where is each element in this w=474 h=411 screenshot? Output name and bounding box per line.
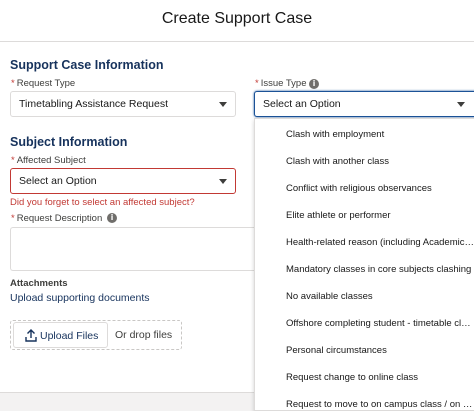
issue-type-label-text: Issue Type	[260, 78, 307, 89]
issue-type-option[interactable]: Clash with another class	[255, 148, 474, 175]
issue-type-option[interactable]: Personal circumstances	[255, 337, 474, 364]
request-description-label-text: Request Description	[16, 213, 103, 224]
request-type-label: * Request Type	[11, 78, 75, 89]
affected-subject-label-text: Affected Subject	[16, 155, 86, 166]
section-title-case-info: Support Case Information	[10, 58, 164, 72]
issue-type-option[interactable]: Elite athlete or performer	[255, 202, 474, 229]
modal-header: Create Support Case	[0, 0, 474, 42]
request-type-combobox[interactable]: Timetabling Assistance Request	[10, 91, 236, 117]
required-marker: *	[11, 155, 15, 166]
issue-type-placeholder: Select an Option	[263, 98, 341, 110]
chevron-down-icon	[457, 102, 465, 107]
issue-type-option[interactable]: Clash with employment	[255, 121, 474, 148]
modal-title: Create Support Case	[161, 10, 313, 27]
chevron-down-icon	[219, 179, 227, 184]
info-icon[interactable]: i	[309, 79, 319, 89]
required-marker: *	[11, 213, 15, 224]
request-description-textarea[interactable]	[10, 227, 254, 271]
upload-supporting-documents-link[interactable]: Upload supporting documents	[10, 292, 150, 304]
issue-type-option[interactable]: Health-related reason (including Academi…	[255, 229, 474, 256]
issue-type-listbox: Clash with employment Clash with another …	[254, 118, 474, 411]
chevron-down-icon	[219, 102, 227, 107]
issue-type-option[interactable]: Mandatory classes in core subjects clash…	[255, 256, 474, 283]
issue-type-combobox[interactable]: Select an Option	[254, 91, 474, 117]
upload-icon	[25, 329, 37, 342]
affected-subject-label: * Affected Subject	[11, 155, 86, 166]
required-marker: *	[255, 78, 259, 89]
drop-files-text: Or drop files	[115, 329, 173, 341]
issue-type-option[interactable]: Request change to online class	[255, 364, 474, 391]
affected-subject-placeholder: Select an Option	[19, 175, 97, 187]
affected-subject-combobox[interactable]: Select an Option	[10, 168, 236, 194]
issue-type-option[interactable]: Conflict with religious observances	[255, 175, 474, 202]
issue-type-label: * Issue Type	[255, 78, 306, 89]
issue-type-option[interactable]: No available classes	[255, 283, 474, 310]
affected-subject-error: Did you forget to select an affected sub…	[10, 197, 195, 208]
issue-type-option[interactable]: Request to move to on campus class / on …	[255, 391, 474, 410]
info-icon[interactable]: i	[107, 213, 117, 223]
section-title-subject-info: Subject Information	[10, 135, 128, 149]
attachments-label: Attachments	[10, 278, 68, 289]
request-type-value: Timetabling Assistance Request	[19, 98, 169, 110]
upload-files-button[interactable]: Upload Files	[13, 322, 108, 348]
issue-type-option[interactable]: Offshore completing student - timetable …	[255, 310, 474, 337]
required-marker: *	[11, 78, 15, 89]
upload-files-label: Upload Files	[40, 330, 99, 342]
request-type-label-text: Request Type	[16, 78, 76, 89]
modal-footer	[0, 392, 254, 411]
request-description-label: * Request Description	[11, 213, 102, 224]
